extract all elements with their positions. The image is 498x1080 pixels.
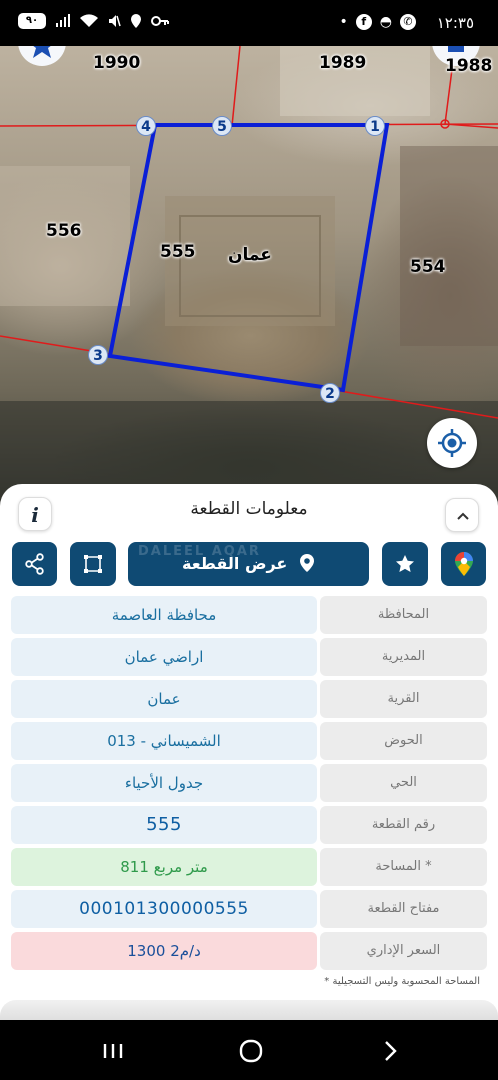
info-row: محافظة العاصمة المحافظة	[11, 596, 487, 634]
vertex-1[interactable]: 1	[365, 116, 385, 136]
favorite-button[interactable]	[382, 542, 428, 586]
recent-apps-button[interactable]	[98, 1036, 128, 1066]
info-row-label: المديرية	[320, 638, 487, 676]
info-row: عمان القرية	[11, 680, 487, 718]
star-icon	[396, 555, 414, 572]
parcel-number-555: 555	[160, 242, 196, 262]
system-nav-bar	[0, 1020, 498, 1080]
share-icon	[24, 553, 44, 575]
info-row-value: 811 متر مربع	[11, 848, 317, 886]
parcel-number-554: 554	[410, 257, 446, 277]
google-maps-icon	[454, 552, 473, 576]
info-row: 000101300000555 مفتاح القطعة	[11, 890, 487, 928]
recent-apps-icon	[103, 1044, 123, 1058]
info-row-value: 555	[11, 806, 317, 844]
home-icon	[239, 1039, 263, 1063]
info-row-label: مفتاح القطعة	[320, 890, 487, 928]
info-row-value: الشميساني - 013	[11, 722, 317, 760]
satellite-map[interactable]: 1990 1989 1988 556 555 554 عمان 1 2 3 4 …	[0, 46, 498, 506]
sheet-title: معلومات القطعة	[190, 499, 308, 519]
info-row: 555 رقم القطعة	[11, 806, 487, 844]
watermark: DALEEL AQAR	[138, 544, 261, 559]
info-row: اراضي عمان المديرية	[11, 638, 487, 676]
status-right-icons: • f ◓ ✆	[340, 14, 416, 30]
info-row-value: 1300 د/م2	[11, 932, 317, 970]
info-row-value: جدول الأحياء	[11, 764, 317, 802]
vertex-4[interactable]: 4	[136, 116, 156, 136]
collapse-button[interactable]	[445, 498, 479, 532]
google-maps-button[interactable]	[441, 542, 486, 586]
dot-icon: •	[339, 14, 348, 30]
battery-icon: ٩٠	[18, 13, 46, 29]
map-pin-icon	[299, 554, 314, 572]
bottom-toolbar-peek	[0, 1000, 498, 1022]
map-building	[400, 146, 498, 346]
mute-icon	[109, 15, 121, 27]
home-button[interactable]	[236, 1036, 266, 1066]
signal-icon	[56, 14, 70, 27]
vertex-5[interactable]: 5	[212, 116, 232, 136]
status-left-icons: ٩٠	[18, 13, 169, 29]
my-location-button[interactable]	[427, 418, 477, 468]
parcel-number-556: 556	[46, 221, 82, 241]
info-row-value: محافظة العاصمة	[11, 596, 317, 634]
info-row-label: المحافظة	[320, 596, 487, 634]
info-row-value: 000101300000555	[11, 890, 317, 928]
area-name-label: عمان	[228, 245, 272, 265]
info-row: 811 متر مربع المساحة *	[11, 848, 487, 886]
my-location-icon	[438, 429, 466, 457]
layers-icon	[448, 46, 464, 52]
whatsapp-icon: ✆	[400, 14, 416, 30]
info-row-label: السعر الإداري	[320, 932, 487, 970]
parcel-number-1990: 1990	[93, 53, 141, 73]
back-button[interactable]	[375, 1036, 405, 1066]
vertex-2[interactable]: 2	[320, 383, 340, 403]
parcel-info-sheet: i معلومات القطعة DALEEL AQAR عرض القطعة	[0, 484, 498, 1022]
status-time: ١٢:٣٥	[436, 14, 474, 32]
location-icon	[131, 14, 141, 28]
draw-polygon-button[interactable]	[70, 542, 116, 586]
key-icon	[151, 16, 169, 26]
parcel-number-1988: 1988	[445, 56, 493, 76]
share-button[interactable]	[12, 542, 57, 586]
info-row-label: الحوض	[320, 722, 487, 760]
chevron-up-icon	[457, 512, 469, 520]
info-row: 1300 د/م2 السعر الإداري	[11, 932, 487, 970]
chevron-right-icon	[385, 1041, 397, 1061]
info-row: جدول الأحياء الحي	[11, 764, 487, 802]
area-footnote: * المساحة المحسوبة وليس التسجيلية	[324, 976, 480, 987]
parcel-number-1989: 1989	[319, 53, 367, 73]
vertex-3[interactable]: 3	[88, 345, 108, 365]
facebook-icon: f	[355, 14, 372, 30]
wifi-icon	[80, 14, 98, 27]
info-row-label: رقم القطعة	[320, 806, 487, 844]
info-row-label: الحي	[320, 764, 487, 802]
show-parcel-button[interactable]: DALEEL AQAR عرض القطعة	[128, 542, 369, 586]
info-row-value: اراضي عمان	[11, 638, 317, 676]
status-bar: ٩٠ • f ◓ ✆ ١٢:٣٥	[0, 0, 498, 46]
info-row-label: المساحة *	[320, 848, 487, 886]
info-row: الشميساني - 013 الحوض	[11, 722, 487, 760]
polygon-icon	[84, 555, 102, 573]
bird-icon: ◓	[379, 14, 392, 30]
info-row-value: عمان	[11, 680, 317, 718]
info-row-label: القرية	[320, 680, 487, 718]
